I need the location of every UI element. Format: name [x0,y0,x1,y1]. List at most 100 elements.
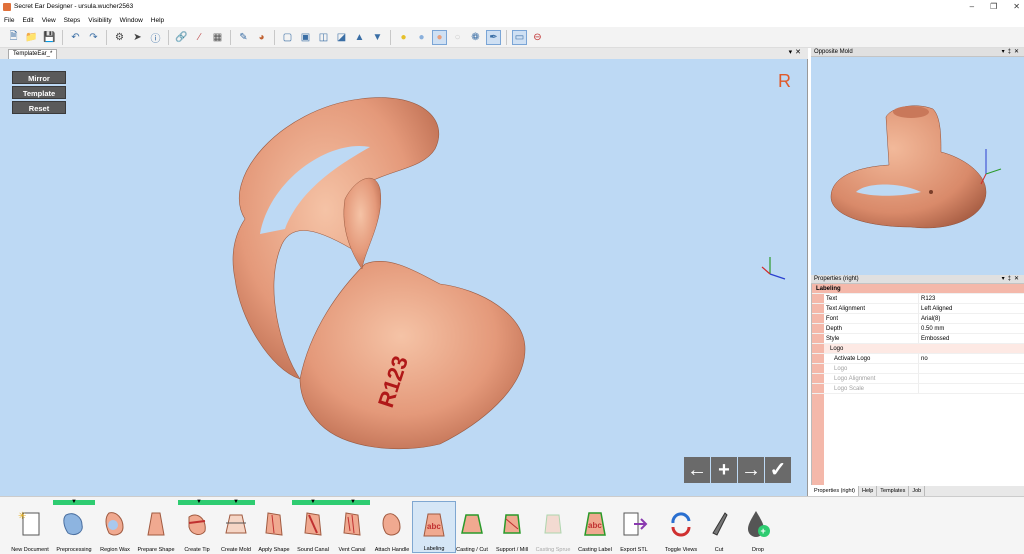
title-bar: Secret Ear Designer - ursula.wucher2563 … [0,0,1024,13]
opposite-mold-render [830,105,1002,229]
toolbar-separator [106,29,107,45]
ear-yellow-icon[interactable]: ● [396,30,411,45]
property-row[interactable]: Text Alignment Left Aligned [812,304,1024,314]
workflow-export-stl[interactable]: Export STL [612,501,656,553]
mold-axis-gizmo [980,149,1002,185]
info-icon[interactable]: ⓘ [148,30,163,45]
view-front-icon[interactable]: ▢ [280,30,295,45]
undo-icon[interactable]: ↶ [68,30,83,45]
workflow-sound-canal[interactable]: Sound Canal [291,501,335,553]
apply-shape-icon [265,512,283,536]
next-step-button[interactable]: → [738,457,764,483]
workflow-cut[interactable]: Cut [697,501,741,553]
confirm-button[interactable]: ✓ [765,457,791,483]
section-logo[interactable]: Logo [812,344,1024,354]
screen-icon[interactable]: ▭ [512,29,527,45]
section-logo-label: Logo [830,346,844,352]
workflow-region-wax[interactable]: Region Wax [93,501,137,553]
workflow-casting-label[interactable]: abc Casting Label [573,501,617,553]
workflow-apply-shape[interactable]: Apply Shape [252,501,296,553]
previous-step-button[interactable]: ← [684,457,710,483]
link-icon[interactable]: 🔗 [174,30,189,45]
view-left-icon[interactable]: ◫ [316,30,331,45]
ear-ghost-icon[interactable]: ○ [450,30,465,45]
property-row[interactable]: Text R123 [812,294,1024,304]
workflow-casting-cut[interactable]: Casting / Cut [450,501,494,553]
menu-file[interactable]: File [4,17,14,24]
save-icon[interactable]: 💾 [42,30,57,45]
document-tab-bar: TemplateEar_* ▾✕ [0,48,808,59]
close-icon[interactable]: ✕ [1013,0,1020,13]
svg-text:abc: abc [588,521,602,530]
pointer-icon[interactable]: ➤ [130,30,145,45]
grid-icon[interactable]: ▦ [210,30,225,45]
workflow-vent-canal[interactable]: Vent Canal [330,501,374,553]
redo-icon[interactable]: ↷ [86,30,101,45]
toggle-views-icon [671,512,691,537]
open-folder-icon[interactable]: 📁 [24,30,39,45]
minimize-icon[interactable]: – [970,0,974,13]
workflow-support-mill[interactable]: Support / Mill [490,501,534,553]
tab-templates[interactable]: Templates [877,486,910,496]
opposite-mold-view[interactable] [811,57,1024,275]
create-tip-icon [188,514,206,535]
workflow-create-tip[interactable]: Create Tip [175,501,219,553]
measure-icon[interactable]: ∕ [192,30,207,45]
app-logo-icon [3,2,11,11]
menu-visibility[interactable]: Visibility [88,17,111,24]
main-3d-viewport[interactable]: Mirror Template Reset R R123 ← + → ✓ [0,59,808,496]
workflow-new-document[interactable]: ✳ New Document [8,501,52,553]
tab-help[interactable]: Help [859,486,878,496]
mold-vent [929,190,933,194]
menu-window[interactable]: Window [120,17,143,24]
section-labeling[interactable]: Labeling [812,284,1024,294]
property-row[interactable]: Style Embossed [812,334,1024,344]
paint-icon[interactable]: ◕ [254,30,269,45]
menu-view[interactable]: View [42,17,56,24]
properties-header: Properties (right) ▾‡✕ [811,275,1024,284]
property-row[interactable]: Activate Logo no [812,354,1024,364]
property-row[interactable]: Depth 0.50 mm [812,324,1024,334]
workflow-preprocessing[interactable]: Preprocessing [52,501,96,553]
svg-text:✳: ✳ [18,511,26,522]
ear-model-icon[interactable]: ● [432,29,447,45]
menu-edit[interactable]: Edit [22,17,33,24]
region-wax-icon [105,512,124,536]
hearing-icon[interactable]: ❁ [468,30,483,45]
tab-job[interactable]: Job [909,486,926,496]
view-bottom-icon[interactable]: ▼ [370,30,385,45]
pane-controls[interactable]: ▾✕ [789,48,804,56]
support-mill-icon [503,514,521,534]
maximize-icon[interactable]: ❐ [990,0,997,13]
view-top-icon[interactable]: ▲ [352,30,367,45]
properties-gutter [812,394,824,485]
toolbar: 🗎 📁 💾 ↶ ↷ ⚙ ➤ ⓘ 🔗 ∕ ▦ ✎ ◕ ▢ ▣ ◫ ◪ ▲ ▼ ● … [0,27,1024,48]
tab-properties-right[interactable]: Properties (right) [811,486,859,496]
new-file-icon[interactable]: 🗎 [6,30,21,45]
toolbar-separator [274,29,275,45]
workflow-prepare-shape[interactable]: Prepare Shape [134,501,178,553]
add-button[interactable]: + [711,457,737,483]
create-mold-icon [225,514,247,534]
property-row[interactable]: Font Arial(8) [812,314,1024,324]
brush-icon[interactable]: ✒ [486,29,501,45]
ear-blue-icon[interactable]: ● [414,30,429,45]
tab-template-ear[interactable]: TemplateEar_* [8,49,58,59]
menu-steps[interactable]: Steps [64,17,81,24]
ear-crus [343,178,382,270]
right-pane: Opposite Mold ▾‡✕ Properties (right) ▾‡✕… [811,48,1024,485]
attach-handle-icon [382,513,401,536]
remove-icon[interactable]: ⊖ [530,30,545,45]
ruler-icon[interactable]: ✎ [236,30,251,45]
view-right-icon[interactable]: ◪ [334,30,349,45]
settings-icon[interactable]: ⚙ [112,30,127,45]
axis-gizmo [761,257,786,280]
menu-help[interactable]: Help [151,17,164,24]
pane-controls[interactable]: ▾‡✕ [1002,275,1022,284]
menu-bar: File Edit View Steps Visibility Window H… [0,14,1024,26]
workflow-drop[interactable]: + Drop [736,501,780,553]
svg-text:+: + [761,526,766,536]
view-back-icon[interactable]: ▣ [298,30,313,45]
pane-controls[interactable]: ▾‡✕ [1002,48,1022,57]
navigation-buttons: ← + → ✓ [684,457,791,483]
